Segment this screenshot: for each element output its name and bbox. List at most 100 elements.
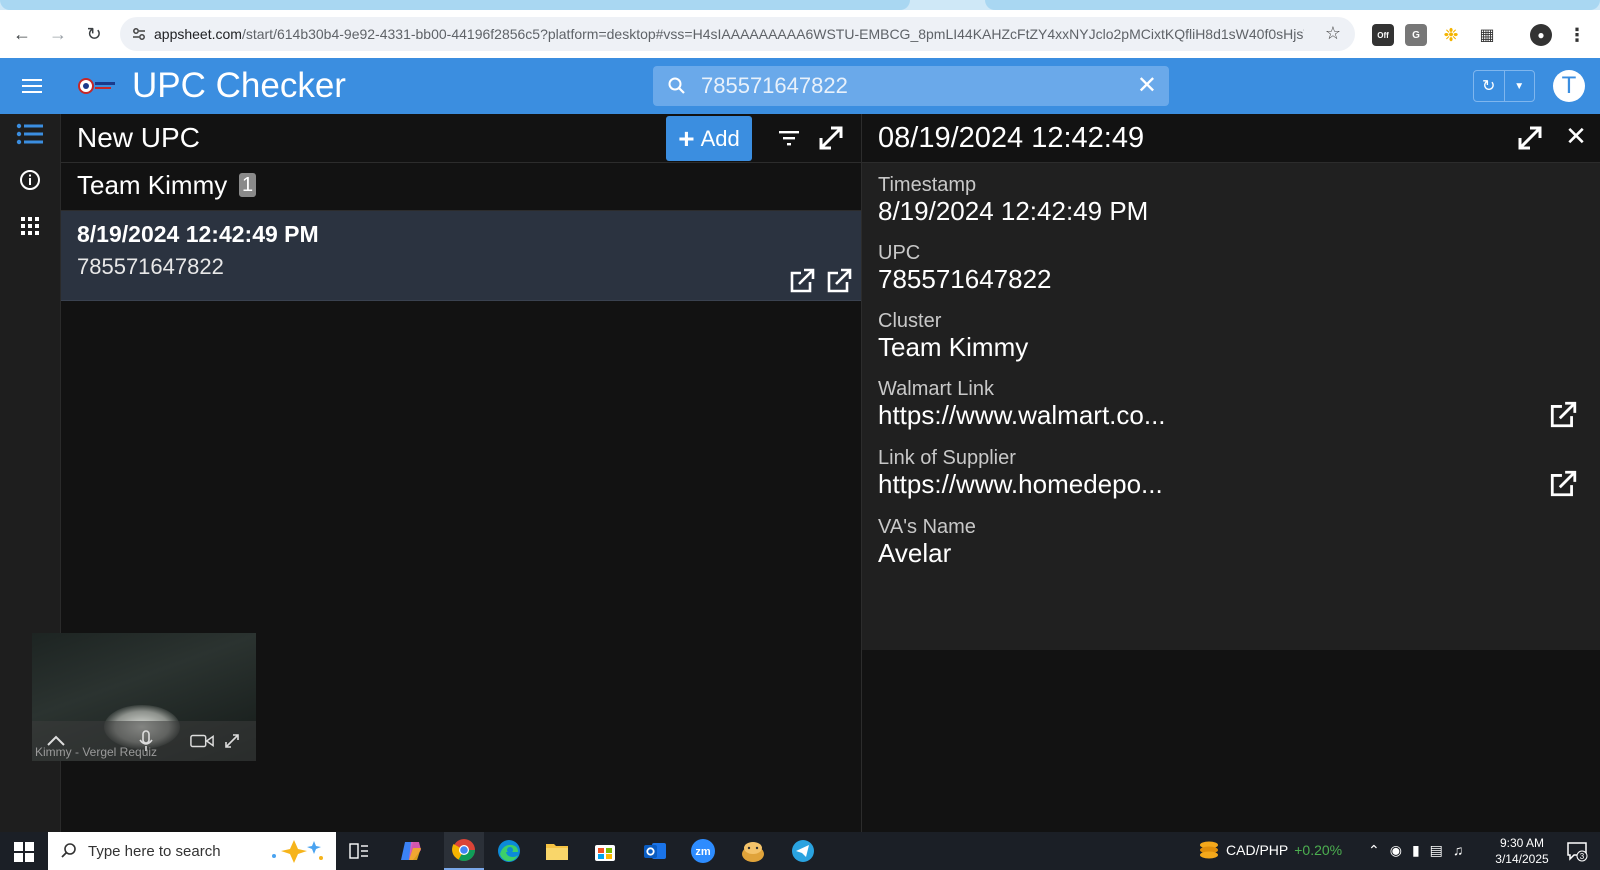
browser-tabstrip: [0, 0, 1600, 10]
microsoft-store-icon[interactable]: [590, 837, 620, 865]
chrome-app-icon[interactable]: [444, 832, 484, 870]
apps-grid-icon[interactable]: [12, 208, 48, 244]
expand-icon[interactable]: [817, 124, 845, 152]
reload-icon[interactable]: ↻: [80, 20, 108, 48]
browser-toolbar: ← → ↻ appsheet.com/start/614b30b4-9e92-4…: [0, 10, 1600, 58]
notifications-icon[interactable]: 3: [1566, 840, 1588, 862]
group-title: Team Kimmy: [77, 170, 228, 200]
extension-g-icon[interactable]: G: [1405, 24, 1427, 46]
system-tray: ⌃ ◉ ▮ ▤ ♫: [1368, 842, 1463, 859]
app-logo-icon: [78, 76, 116, 96]
chevron-down-icon[interactable]: ▼: [1503, 71, 1535, 101]
filter-icon[interactable]: [777, 126, 801, 150]
fullscreen-icon[interactable]: [220, 729, 244, 753]
external-link-icon[interactable]: [825, 267, 853, 295]
svg-text:zm: zm: [695, 846, 711, 858]
tray-fx-widget[interactable]: CAD/PHP +0.20%: [1198, 840, 1342, 860]
search-input[interactable]: [701, 72, 1121, 100]
group-count-badge: 1: [239, 173, 257, 197]
group-header[interactable]: Team Kimmy 1: [61, 163, 861, 211]
app-header: UPC Checker ✕ ↻ ▼ T: [0, 58, 1600, 114]
windows-start-icon[interactable]: [14, 842, 34, 862]
detail-title: 08/19/2024 12:42:49: [878, 122, 1145, 154]
task-view-icon[interactable]: [344, 837, 374, 865]
search-icon: [668, 77, 685, 94]
field-label: Walmart Link: [878, 378, 994, 400]
walmart-link[interactable]: https://www.walmart.co...: [878, 400, 1568, 430]
fx-change: +0.20%: [1294, 842, 1343, 858]
info-icon[interactable]: [12, 162, 48, 198]
field-walmart-link: Walmart Link https://www.walmart.co...: [878, 378, 1568, 430]
field-supplier-link: Link of Supplier https://www.homedepo...: [878, 447, 1568, 499]
add-button-label: Add: [700, 125, 740, 151]
zoom-app-icon[interactable]: zm: [688, 837, 718, 865]
copilot-app-icon[interactable]: [396, 837, 426, 865]
search-icon: [61, 843, 76, 858]
network-icon[interactable]: ▤: [1430, 842, 1443, 859]
list-view-icon[interactable]: [12, 116, 48, 152]
detail-panel: 08/19/2024 12:42:49 ✕ Timestamp 8/19/202…: [861, 114, 1600, 650]
browser-menu-icon[interactable]: ⋮: [1566, 24, 1588, 46]
search-box[interactable]: ✕: [653, 66, 1169, 106]
video-call-overlay[interactable]: Kimmy - Vergel Requiz: [32, 633, 256, 761]
app-title: UPC Checker: [132, 66, 346, 105]
fx-pair: CAD/PHP: [1226, 842, 1289, 858]
notification-count: 3: [1580, 852, 1585, 861]
external-link-icon[interactable]: [788, 267, 816, 295]
field-upc: UPC 785571647822: [878, 242, 1568, 294]
meet-now-icon[interactable]: ◉: [1390, 842, 1402, 859]
copilot-sparkle-icon: [272, 840, 323, 863]
taskbar-search[interactable]: Type here to search: [48, 832, 336, 870]
extension-sun-icon[interactable]: ❉: [1440, 24, 1462, 46]
external-link-icon[interactable]: [1548, 469, 1578, 499]
field-label: VA's Name: [878, 516, 976, 538]
field-va-name: VA's Name Avelar: [878, 516, 1568, 568]
field-value: 785571647822: [878, 264, 1052, 294]
field-cluster: Cluster Team Kimmy: [878, 310, 1568, 362]
site-settings-icon[interactable]: [124, 19, 154, 49]
outlook-app-icon[interactable]: [640, 837, 670, 865]
volume-icon[interactable]: ♫: [1453, 842, 1464, 859]
browser-tab[interactable]: [985, 0, 1600, 10]
supplier-link[interactable]: https://www.homedepo...: [878, 469, 1568, 499]
food-app-icon[interactable]: [738, 837, 768, 865]
extension-off-icon[interactable]: Off: [1372, 24, 1394, 46]
clock-date: 3/14/2025: [1495, 852, 1549, 866]
external-link-icon[interactable]: [1548, 400, 1578, 430]
extensions-puzzle-icon[interactable]: ▦: [1476, 24, 1498, 46]
field-label: Link of Supplier: [878, 447, 1016, 469]
browser-tab[interactable]: [0, 0, 910, 10]
expand-icon[interactable]: [1516, 124, 1544, 152]
bookmark-star-icon[interactable]: ☆: [1325, 23, 1341, 44]
chevron-up-icon[interactable]: ⌃: [1368, 842, 1380, 859]
profile-avatar-icon[interactable]: ●: [1530, 24, 1552, 46]
row-upc: 785571647822: [77, 254, 224, 279]
field-value: Team Kimmy: [878, 332, 1029, 362]
back-icon[interactable]: ←: [8, 20, 36, 48]
detail-empty-area: [861, 650, 1600, 832]
hamburger-menu-icon[interactable]: [22, 74, 46, 98]
edge-app-icon[interactable]: [494, 837, 524, 865]
list-header: New UPC + Add: [61, 114, 861, 163]
field-value: 8/19/2024 12:42:49 PM: [878, 196, 1149, 226]
taskbar: Type here to search zm CAD/PHP +0.20% ⌃ …: [0, 832, 1600, 870]
add-button[interactable]: + Add: [666, 116, 752, 161]
camera-icon[interactable]: [190, 729, 214, 753]
sync-icon[interactable]: ↻: [1474, 71, 1504, 101]
forward-icon[interactable]: →: [44, 20, 72, 48]
sync-button[interactable]: ↻ ▼: [1473, 70, 1535, 102]
detail-header: 08/19/2024 12:42:49 ✕: [862, 114, 1600, 163]
field-timestamp: Timestamp 8/19/2024 12:42:49 PM: [878, 174, 1568, 226]
telegram-app-icon[interactable]: [788, 837, 818, 865]
user-avatar[interactable]: T: [1553, 70, 1585, 102]
file-explorer-icon[interactable]: [542, 837, 572, 865]
clear-search-icon[interactable]: ✕: [1137, 72, 1157, 100]
address-bar[interactable]: appsheet.com/start/614b30b4-9e92-4331-bb…: [120, 17, 1355, 51]
table-row[interactable]: 8/19/2024 12:42:49 PM 785571647822: [61, 211, 861, 301]
microphone-icon[interactable]: ▮: [1412, 842, 1420, 859]
taskbar-search-placeholder: Type here to search: [88, 842, 221, 860]
participant-name: Kimmy - Vergel Requiz: [35, 745, 158, 759]
url-text: appsheet.com/start/614b30b4-9e92-4331-bb…: [154, 26, 1304, 42]
clock[interactable]: 9:30 AM 3/14/2025: [1484, 835, 1560, 867]
close-icon[interactable]: ✕: [1562, 121, 1590, 151]
